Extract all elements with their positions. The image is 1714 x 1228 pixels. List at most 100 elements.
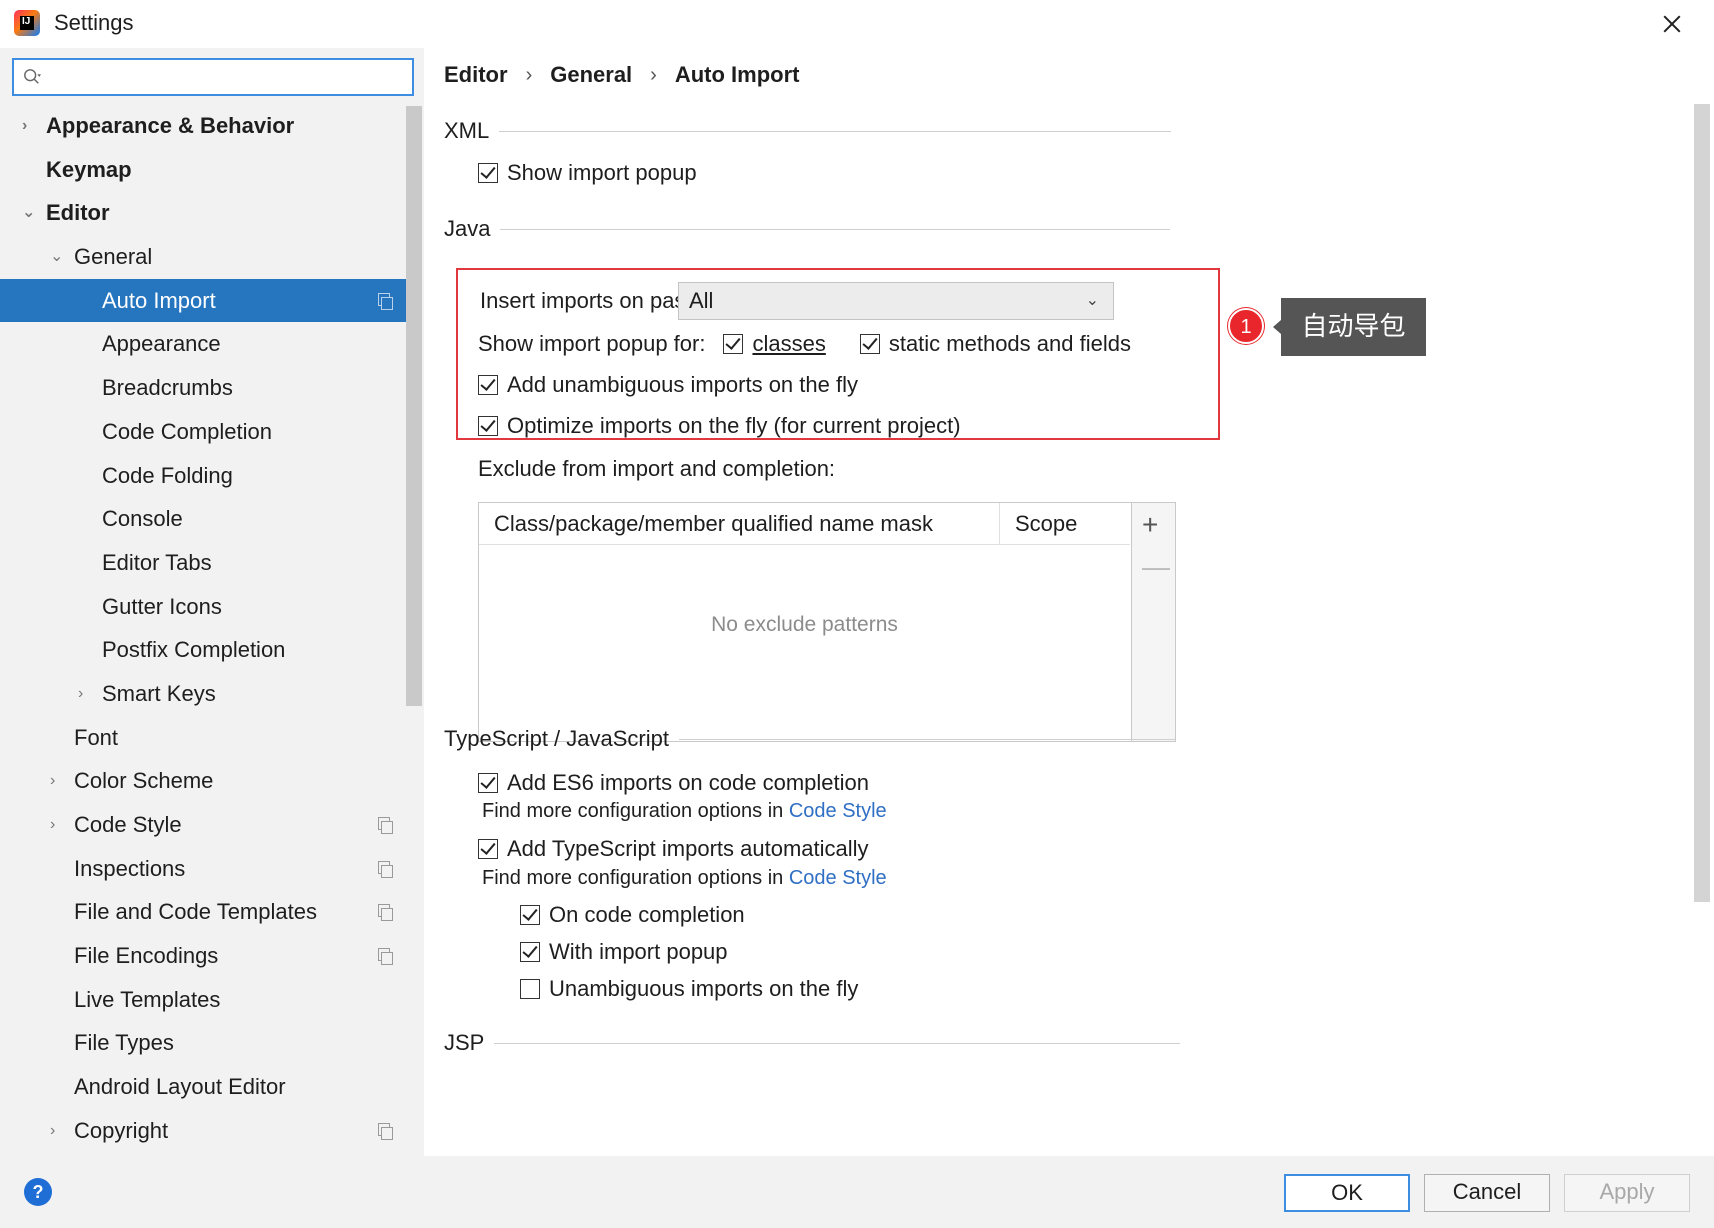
sidebar-item-android-layout-editor[interactable]: Android Layout Editor bbox=[0, 1065, 406, 1109]
insert-imports-on-paste-label: Insert imports on paste: bbox=[480, 288, 710, 314]
optimize-imports-option[interactable]: Optimize imports on the fly (for current… bbox=[478, 413, 961, 439]
sidebar-item-postfix-completion[interactable]: Postfix Completion bbox=[0, 628, 406, 672]
sidebar-item-smart-keys[interactable]: › Smart Keys bbox=[0, 672, 406, 716]
sidebar-item-file-and-code-templates[interactable]: File and Code Templates bbox=[0, 890, 406, 934]
classes-checkbox[interactable] bbox=[723, 334, 744, 354]
project-settings-icon bbox=[378, 948, 393, 966]
add-typescript-imports-option[interactable]: Add TypeScript imports automatically bbox=[478, 836, 869, 862]
chevron-down-icon: ⌄ bbox=[1085, 292, 1099, 309]
unambiguous-imports-option[interactable]: Unambiguous imports on the fly bbox=[520, 976, 858, 1002]
checkbox-checked[interactable] bbox=[520, 905, 540, 925]
exclude-patterns-table[interactable]: Class/package/member qualified name mask… bbox=[478, 502, 1132, 742]
table-toolbar: + — bbox=[1132, 502, 1176, 742]
sidebar-item-editor[interactable]: ⌄ Editor bbox=[0, 191, 406, 235]
ok-button[interactable]: OK bbox=[1284, 1174, 1410, 1212]
add-es6-imports-label: Add ES6 imports on code completion bbox=[507, 770, 869, 795]
insert-imports-dropdown[interactable]: All ⌄ bbox=[678, 282, 1114, 320]
remove-icon[interactable]: — bbox=[1142, 551, 1170, 583]
xml-section-title: XML bbox=[444, 118, 490, 143]
settings-content: Editor › General › Auto Import XML Show … bbox=[424, 48, 1714, 1156]
table-column-name-mask[interactable]: Class/package/member qualified name mask bbox=[494, 511, 933, 537]
insert-imports-label-text: Insert imports on paste: bbox=[480, 288, 710, 313]
find-more-options-text: Find more configuration options in Code … bbox=[482, 800, 887, 823]
sidebar-item-label: File and Code Templates bbox=[74, 899, 317, 925]
project-settings-icon bbox=[378, 904, 393, 922]
search-input[interactable] bbox=[12, 58, 414, 96]
sidebar-item-code-style[interactable]: › Code Style bbox=[0, 803, 406, 847]
sidebar-item-color-scheme[interactable]: › Color Scheme bbox=[0, 759, 406, 803]
sidebar-item-label: Appearance bbox=[102, 331, 221, 357]
chevron-down-icon[interactable]: ⌄ bbox=[22, 191, 38, 234]
checkbox-checked[interactable] bbox=[478, 839, 498, 859]
xml-section-header: XML bbox=[444, 118, 1172, 144]
sidebar-item-font[interactable]: Font bbox=[0, 716, 406, 760]
sidebar-item-editor-tabs[interactable]: Editor Tabs bbox=[0, 541, 406, 585]
sidebar-item-label: Code Completion bbox=[102, 418, 272, 444]
sidebar-item-appearance-behavior[interactable]: › Appearance & Behavior bbox=[0, 104, 406, 148]
sidebar-item-auto-import[interactable]: Auto Import bbox=[0, 278, 406, 323]
sidebar-scrollbar[interactable] bbox=[406, 106, 422, 706]
sidebar-item-gutter-icons[interactable]: Gutter Icons bbox=[0, 585, 406, 629]
checkbox-checked[interactable] bbox=[520, 942, 540, 962]
add-es6-imports-option[interactable]: Add ES6 imports on code completion bbox=[478, 770, 869, 796]
checkbox-checked[interactable] bbox=[478, 163, 498, 183]
sidebar-item-breadcrumbs[interactable]: Breadcrumbs bbox=[0, 366, 406, 410]
chevron-right-icon[interactable]: › bbox=[50, 759, 66, 802]
breadcrumb-general[interactable]: General bbox=[550, 62, 632, 88]
intellij-app-icon: IJ bbox=[14, 10, 40, 36]
annotation-callout: 自动导包 bbox=[1273, 298, 1426, 356]
ts-section-title: TypeScript / JavaScript bbox=[444, 726, 669, 751]
sidebar-item-live-templates[interactable]: Live Templates bbox=[0, 978, 406, 1022]
add-icon[interactable]: + bbox=[1142, 509, 1158, 541]
sidebar-item-label: Appearance & Behavior bbox=[46, 113, 295, 138]
xml-show-import-popup-option[interactable]: Show import popup bbox=[478, 160, 697, 186]
chevron-right-icon[interactable]: › bbox=[50, 1109, 66, 1152]
sidebar-item-inspections[interactable]: Inspections bbox=[0, 847, 406, 891]
sidebar-item-label: Copyright bbox=[74, 1117, 169, 1143]
sidebar-item-label: Keymap bbox=[46, 156, 132, 182]
chevron-right-icon[interactable]: › bbox=[50, 803, 66, 846]
sidebar-item-label: Android Layout Editor bbox=[74, 1074, 286, 1100]
sidebar-item-label: Color Scheme bbox=[74, 768, 214, 794]
close-icon[interactable] bbox=[1652, 6, 1692, 42]
static-methods-checkbox[interactable] bbox=[859, 334, 880, 354]
add-unambiguous-imports-option[interactable]: Add unambiguous imports on the fly bbox=[478, 372, 858, 398]
help-icon[interactable]: ? bbox=[24, 1178, 52, 1206]
apply-button[interactable]: Apply bbox=[1564, 1174, 1690, 1212]
content-scrollbar[interactable] bbox=[1694, 104, 1710, 902]
code-style-link[interactable]: Code Style bbox=[789, 867, 887, 889]
code-style-link[interactable]: Code Style bbox=[789, 800, 887, 822]
jsp-section-header: JSP bbox=[444, 1030, 1181, 1056]
sidebar-item-code-completion[interactable]: Code Completion bbox=[0, 410, 406, 454]
optimize-imports-label: Optimize imports on the fly (for current… bbox=[507, 413, 961, 438]
sidebar-item-file-types[interactable]: File Types bbox=[0, 1021, 406, 1065]
java-section-title: Java bbox=[444, 216, 491, 241]
chevron-right-icon[interactable]: › bbox=[78, 672, 94, 715]
with-import-popup-option[interactable]: With import popup bbox=[520, 939, 728, 965]
sidebar-item-label: File Encodings bbox=[74, 943, 219, 969]
settings-sidebar: › Appearance & Behavior Keymap ⌄ Editor ⌄ Gene… bbox=[0, 48, 424, 1156]
breadcrumb-editor[interactable]: Editor bbox=[444, 62, 508, 88]
section-divider bbox=[678, 738, 1175, 740]
sidebar-item-copyright[interactable]: › Copyright bbox=[0, 1109, 406, 1153]
sidebar-item-keymap[interactable]: Keymap bbox=[0, 148, 406, 192]
find-more-label: Find more configuration options in bbox=[482, 800, 789, 822]
chevron-down-icon[interactable]: ⌄ bbox=[50, 235, 66, 278]
sidebar-item-appearance[interactable]: Appearance bbox=[0, 322, 406, 366]
project-settings-icon bbox=[378, 292, 393, 310]
cancel-button[interactable]: Cancel bbox=[1424, 1174, 1550, 1212]
title-bar: IJ Settings bbox=[0, 0, 1714, 48]
sidebar-item-file-encodings[interactable]: File Encodings bbox=[0, 934, 406, 978]
section-divider bbox=[499, 130, 1172, 132]
sidebar-item-console[interactable]: Console bbox=[0, 497, 406, 541]
sidebar-item-label: Font bbox=[74, 724, 119, 750]
checkbox-checked[interactable] bbox=[478, 773, 498, 793]
checkbox-checked[interactable] bbox=[478, 375, 498, 395]
sidebar-item-code-folding[interactable]: Code Folding bbox=[0, 454, 406, 498]
checkbox-unchecked[interactable] bbox=[520, 979, 540, 999]
checkbox-checked[interactable] bbox=[478, 416, 498, 436]
on-code-completion-option[interactable]: On code completion bbox=[520, 902, 745, 928]
table-column-scope[interactable]: Scope bbox=[1015, 511, 1077, 537]
sidebar-item-general[interactable]: ⌄ General bbox=[0, 235, 406, 279]
chevron-right-icon[interactable]: › bbox=[22, 104, 38, 147]
